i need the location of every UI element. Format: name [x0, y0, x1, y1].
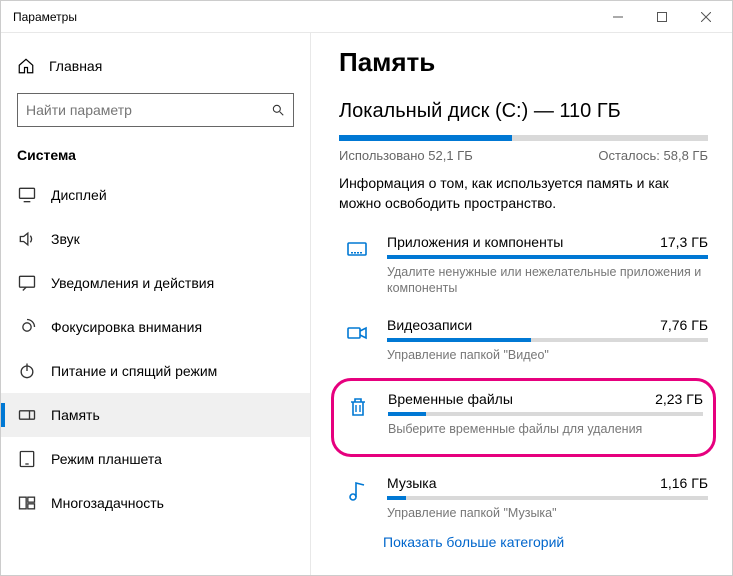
cat-bar: [387, 496, 708, 500]
trash-icon: [344, 393, 372, 421]
nav-item-power[interactable]: Питание и спящий режим: [1, 349, 310, 393]
search-icon: [271, 103, 285, 117]
nav-item-multitasking[interactable]: Многозадачность: [1, 481, 310, 525]
content-area: Память Локальный диск (C:) — 110 ГБ Испо…: [311, 33, 732, 575]
nav-item-focus[interactable]: Фокусировка внимания: [1, 305, 310, 349]
maximize-button[interactable]: [640, 2, 684, 32]
window-controls: [596, 2, 728, 32]
cat-desc: Управление папкой "Музыка": [387, 505, 708, 522]
cat-name: Временные файлы: [388, 391, 513, 407]
disk-usage-fill: [339, 135, 512, 141]
cat-bar: [388, 412, 703, 416]
cat-desc: Удалите ненужные или нежелательные прило…: [387, 264, 708, 298]
nav-label: Многозадачность: [51, 495, 164, 511]
cat-name: Видеозаписи: [387, 317, 472, 333]
disk-usage-bar: [339, 135, 708, 141]
nav-item-storage[interactable]: Память: [1, 393, 310, 437]
storage-icon: [17, 405, 37, 425]
cat-desc: Выберите временные файлы для удаления: [388, 421, 703, 438]
sidebar-section-title: Система: [1, 137, 310, 173]
category-temp-files[interactable]: Временные файлы 2,23 ГБ Выберите временны…: [340, 387, 703, 444]
cat-desc: Управление папкой "Видео": [387, 347, 708, 364]
minimize-button[interactable]: [596, 2, 640, 32]
used-text: Использовано 52,1 ГБ: [339, 148, 473, 163]
category-videos[interactable]: Видеозаписи 7,76 ГБ Управление папкой "Ви…: [339, 313, 708, 370]
nav-item-tablet[interactable]: Режим планшета: [1, 437, 310, 481]
nav-label: Уведомления и действия: [51, 275, 214, 291]
cat-name: Музыка: [387, 475, 437, 491]
home-button[interactable]: Главная: [1, 49, 310, 83]
titlebar: Параметры: [1, 1, 732, 33]
display-icon: [17, 185, 37, 205]
nav-label: Дисплей: [51, 187, 107, 203]
nav-label: Фокусировка внимания: [51, 319, 202, 335]
notifications-icon: [17, 273, 37, 293]
free-text: Осталось: 58,8 ГБ: [598, 148, 708, 163]
nav-item-display[interactable]: Дисплей: [1, 173, 310, 217]
nav-label: Режим планшета: [51, 451, 162, 467]
cat-size: 7,76 ГБ: [660, 317, 708, 333]
highlight-annotation: Временные файлы 2,23 ГБ Выберите временны…: [331, 378, 716, 457]
page-title: Память: [339, 47, 708, 78]
sidebar: Главная Система Дисплей Звук Уведомления: [1, 33, 311, 575]
nav-label: Питание и спящий режим: [51, 363, 217, 379]
nav-item-sound[interactable]: Звук: [1, 217, 310, 261]
category-music[interactable]: Музыка 1,16 ГБ Управление папкой "Музыка": [339, 471, 708, 528]
home-label: Главная: [49, 58, 102, 74]
nav-item-notifications[interactable]: Уведомления и действия: [1, 261, 310, 305]
power-icon: [17, 361, 37, 381]
sidebar-nav: Дисплей Звук Уведомления и действия Фоку…: [1, 173, 310, 575]
cat-bar: [387, 338, 708, 342]
cat-size: 2,23 ГБ: [655, 391, 703, 407]
sound-icon: [17, 229, 37, 249]
multitasking-icon: [17, 493, 37, 513]
tablet-icon: [17, 449, 37, 469]
apps-icon: [343, 236, 371, 264]
info-text: Информация о том, как используется памят…: [339, 173, 708, 214]
nav-label: Память: [51, 407, 100, 423]
show-more-link[interactable]: Показать больше категорий: [339, 534, 708, 550]
music-icon: [343, 477, 371, 505]
window-title: Параметры: [13, 10, 596, 24]
cat-size: 1,16 ГБ: [660, 475, 708, 491]
focus-icon: [17, 317, 37, 337]
disk-title: Локальный диск (C:) — 110 ГБ: [339, 100, 708, 123]
category-list: Приложения и компоненты 17,3 ГБ Удалите н…: [339, 230, 708, 528]
cat-name: Приложения и компоненты: [387, 234, 563, 250]
cat-size: 17,3 ГБ: [660, 234, 708, 250]
search-box[interactable]: [17, 93, 294, 127]
video-icon: [343, 319, 371, 347]
close-button[interactable]: [684, 2, 728, 32]
nav-label: Звук: [51, 231, 80, 247]
cat-bar: [387, 255, 708, 259]
category-apps[interactable]: Приложения и компоненты 17,3 ГБ Удалите н…: [339, 230, 708, 304]
home-icon: [17, 57, 35, 75]
search-input[interactable]: [26, 102, 271, 118]
settings-window: Параметры Главная Система Дисплей: [0, 0, 733, 576]
